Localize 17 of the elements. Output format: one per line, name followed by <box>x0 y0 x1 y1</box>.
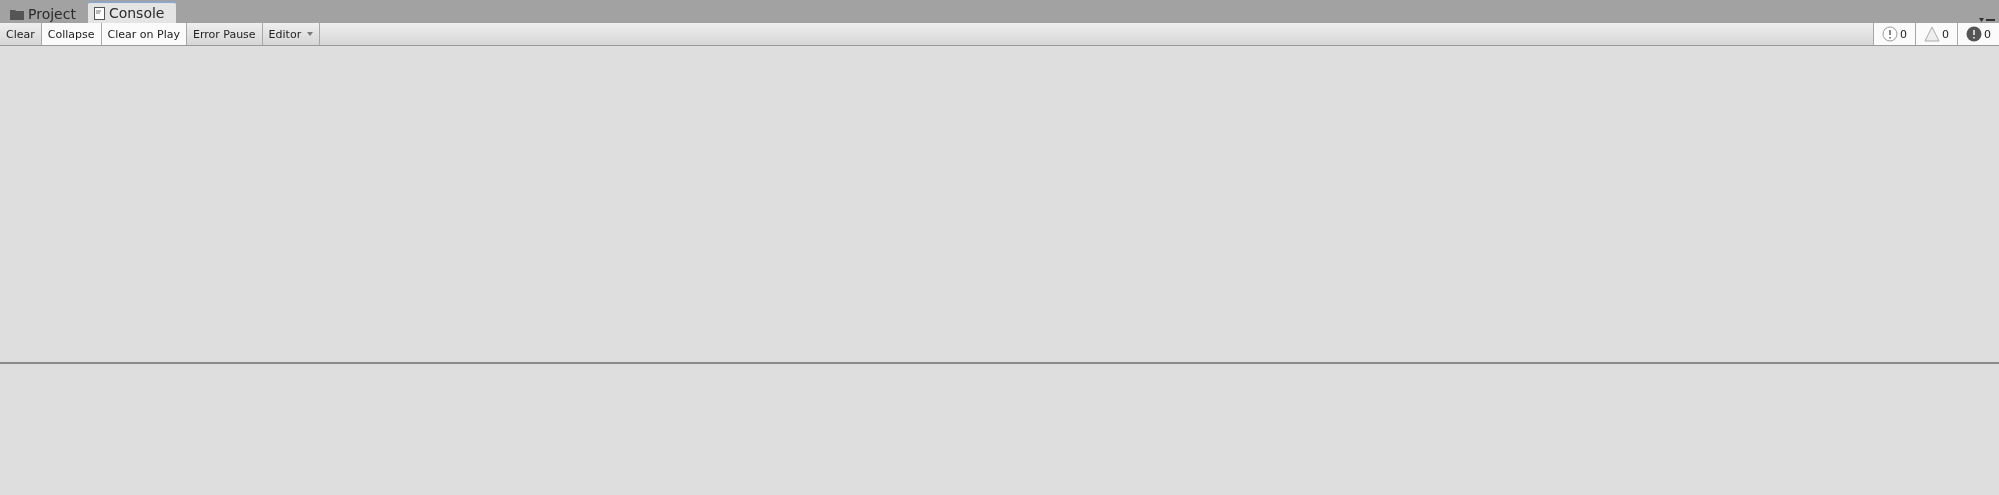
counter-toggle[interactable]: 0 <box>1957 23 1999 45</box>
toolbar-button[interactable]: Collapse <box>41 23 102 45</box>
warning-icon <box>1924 26 1940 42</box>
document-icon <box>93 6 105 20</box>
error-icon <box>1966 26 1982 42</box>
tab[interactable]: Console <box>87 1 177 23</box>
tab[interactable]: Project <box>4 5 88 23</box>
toolbar-button[interactable]: Error Pause <box>186 23 263 45</box>
info-icon <box>1882 26 1898 42</box>
folder-icon <box>10 8 24 20</box>
dropdown[interactable]: Editor <box>262 23 321 45</box>
menu-icon[interactable] <box>1979 17 1995 23</box>
counter-toggle[interactable]: 0 <box>1915 23 1957 45</box>
toolbar-button[interactable]: Clear <box>0 23 42 45</box>
toolbar-button[interactable]: Clear on Play <box>101 23 187 45</box>
counter-toggle[interactable]: 0 <box>1873 23 1915 45</box>
caret-icon <box>307 32 314 36</box>
